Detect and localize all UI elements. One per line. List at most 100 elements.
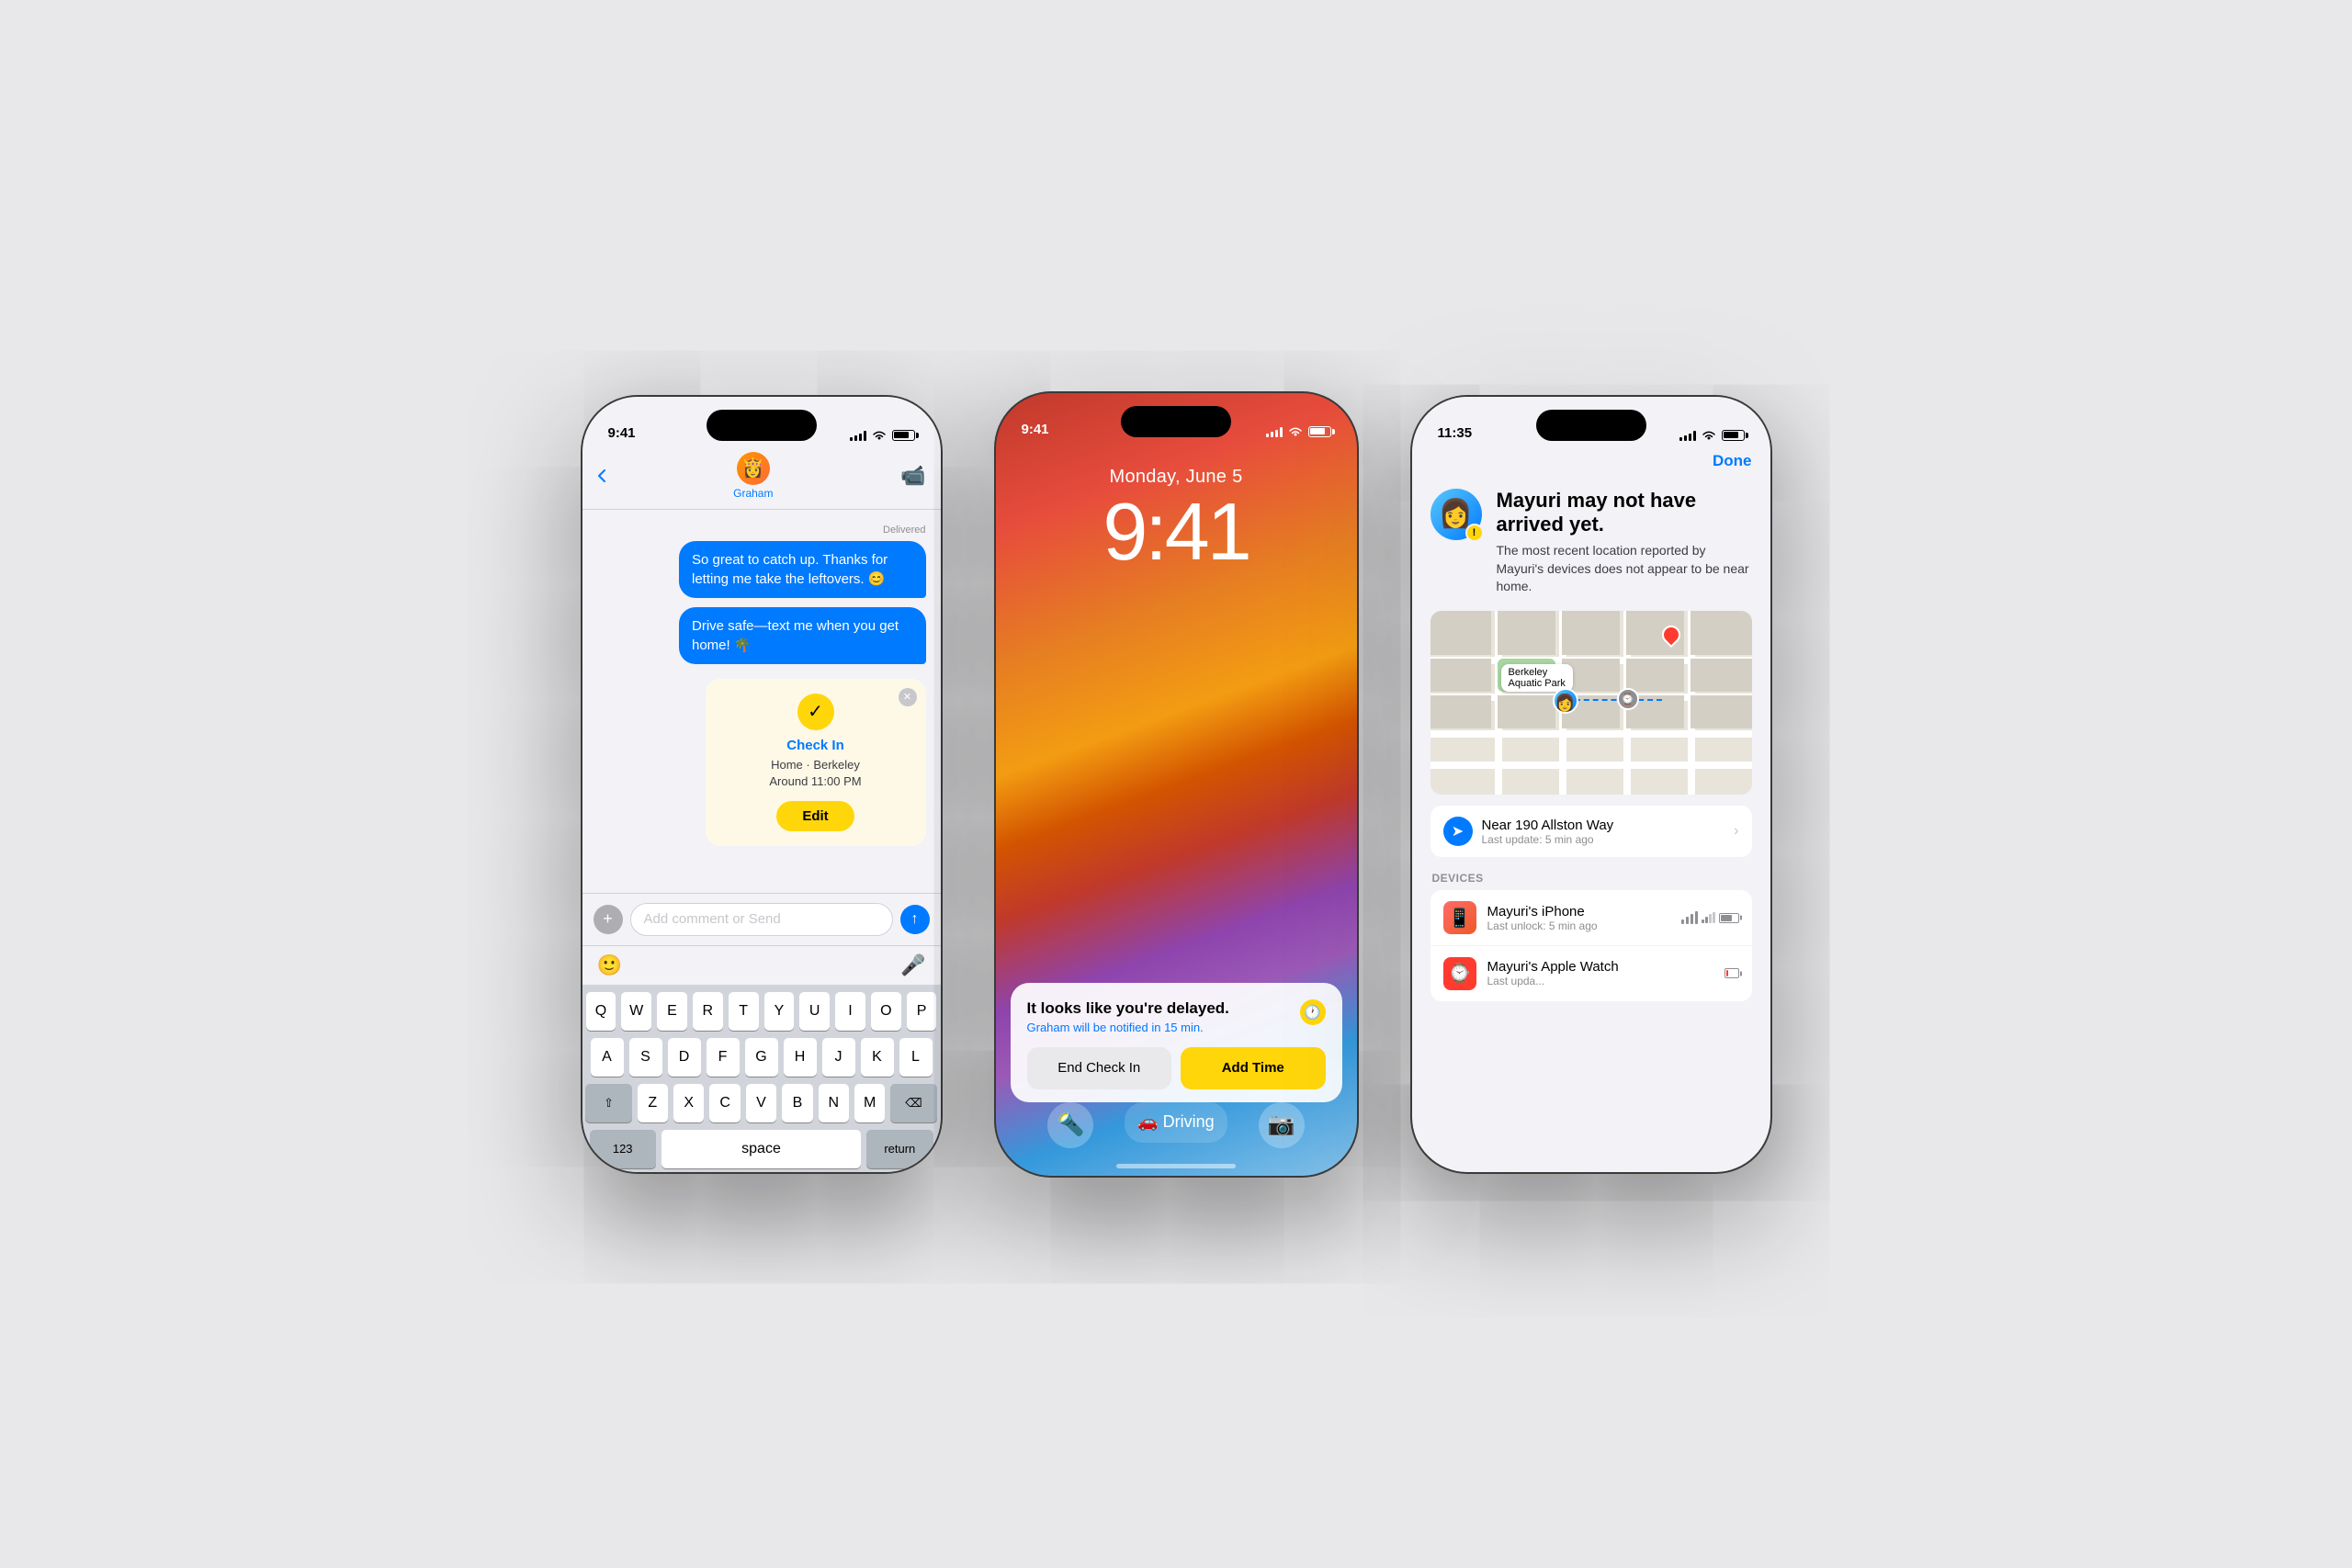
key-n[interactable]: N [819, 1084, 849, 1122]
location-name: Near 190 Allston Way [1482, 818, 1725, 833]
clock-icon: 🕐 [1300, 999, 1326, 1025]
phone-lockscreen: 9:41 Monday, June 5 9:4 [996, 393, 1357, 1176]
key-y[interactable]: Y [764, 992, 795, 1031]
key-d[interactable]: D [668, 1038, 701, 1077]
add-attachment-button[interactable]: + [594, 905, 623, 934]
warning-badge: ! [1465, 524, 1484, 542]
keyboard-row-1: Q W E R T Y U I O P [586, 992, 937, 1031]
check-in-icon: ✓ [797, 694, 834, 730]
key-v[interactable]: V [746, 1084, 776, 1122]
key-shift[interactable]: ⇧ [585, 1084, 631, 1122]
mayuri-avatar: 👩 ! [1430, 489, 1482, 540]
key-a[interactable]: A [591, 1038, 624, 1077]
watch-icon: ⌚ [1443, 957, 1476, 990]
driving-icon[interactable]: 🚗 Driving [1125, 1102, 1227, 1143]
watch-name: Mayuri's Apple Watch [1487, 959, 1713, 975]
key-x[interactable]: X [673, 1084, 704, 1122]
key-k[interactable]: K [861, 1038, 894, 1077]
wifi-icon-messages [872, 430, 887, 441]
user-location-dot: 👩 [1553, 688, 1578, 714]
message-input-field[interactable]: Add comment or Send [630, 903, 893, 936]
end-check-in-button[interactable]: End Check In [1027, 1047, 1172, 1089]
iphone-signal [1702, 912, 1715, 923]
location-row[interactable]: ➤ Near 190 Allston Way Last update: 5 mi… [1430, 806, 1752, 857]
keyboard-row-2: A S D F G H J K L [586, 1038, 937, 1077]
contact-avatar: 👸 [737, 452, 770, 485]
key-r[interactable]: R [693, 992, 723, 1031]
key-space[interactable]: space [662, 1130, 861, 1168]
key-p[interactable]: P [907, 992, 937, 1031]
key-h[interactable]: H [784, 1038, 817, 1077]
key-e[interactable]: E [657, 992, 687, 1031]
key-w[interactable]: W [621, 992, 651, 1031]
key-f[interactable]: F [707, 1038, 740, 1077]
watch-text: Mayuri's Apple Watch Last upda... [1487, 959, 1713, 987]
key-delete[interactable]: ⌫ [890, 1084, 936, 1122]
devices-label: DEVICES [1430, 872, 1752, 885]
key-g[interactable]: G [745, 1038, 778, 1077]
lockscreen-screen: 9:41 Monday, June 5 9:4 [996, 393, 1357, 1176]
key-q[interactable]: Q [586, 992, 616, 1031]
key-j[interactable]: J [822, 1038, 855, 1077]
key-u[interactable]: U [799, 992, 830, 1031]
devices-section: DEVICES 📱 Mayuri's iPhone Last unlock: 5… [1430, 872, 1752, 1001]
key-m[interactable]: M [854, 1084, 885, 1122]
map-block [1430, 695, 1492, 728]
edit-button[interactable]: Edit [776, 801, 854, 831]
map-block [1690, 611, 1752, 655]
back-button[interactable] [597, 468, 606, 483]
signal-icon-checkin [1679, 430, 1696, 441]
signal-icon-lock [1266, 426, 1283, 437]
contact-name[interactable]: Graham [733, 487, 773, 500]
status-time-checkin: 11:35 [1438, 425, 1473, 441]
key-o[interactable]: O [871, 992, 901, 1031]
watch-indicators [1724, 968, 1739, 978]
keyboard-row-4: 123 space return [586, 1130, 937, 1168]
checkin-screen: 11:35 Done [1412, 397, 1770, 1172]
emoji-button[interactable]: 🙂 [597, 953, 622, 977]
messages-content: 9:41 [582, 397, 941, 1172]
status-time-messages: 9:41 [608, 425, 636, 441]
key-t[interactable]: T [729, 992, 759, 1031]
done-button[interactable]: Done [1713, 452, 1752, 470]
messages-body: Delivered So great to catch up. Thanks f… [582, 510, 941, 893]
video-call-button[interactable]: 📹 [900, 464, 925, 488]
keyboard-row-3: ⇧ Z X C V B N M ⌫ [586, 1084, 937, 1122]
home-indicator-lock [1116, 1164, 1236, 1168]
map-street [1430, 761, 1752, 769]
key-b[interactable]: B [782, 1084, 812, 1122]
location-icon: ➤ [1443, 817, 1473, 846]
key-return[interactable]: return [866, 1130, 933, 1168]
checkin-content: 11:35 Done [1412, 397, 1770, 1172]
key-s[interactable]: S [629, 1038, 662, 1077]
lock-sheet-title: It looks like you're delayed. [1027, 999, 1229, 1018]
flashlight-icon[interactable]: 🔦 [1047, 1102, 1093, 1148]
lock-bottom-sheet: It looks like you're delayed. Graham wil… [1011, 983, 1342, 1102]
key-z[interactable]: Z [638, 1084, 668, 1122]
dynamic-island-messages [707, 410, 817, 441]
lock-sheet-buttons: End Check In Add Time [1027, 1047, 1326, 1089]
send-button[interactable]: ↑ [900, 905, 930, 934]
battery-fill-messages [894, 432, 909, 438]
mic-button[interactable]: 🎤 [900, 953, 925, 977]
message-bubble-row-2: Drive safe—text me when you get home! 🌴 [597, 607, 926, 664]
status-icons-messages [850, 430, 915, 441]
camera-icon[interactable]: 📷 [1259, 1102, 1305, 1148]
checkin-header: 👩 ! Mayuri may not have arrived yet. The… [1412, 479, 1770, 612]
message-input-bar: + Add comment or Send ↑ [582, 893, 941, 945]
location-chevron-icon: › [1734, 823, 1738, 840]
lock-time: 9:41 [996, 491, 1357, 572]
map-street [1430, 730, 1752, 738]
battery-fill-lock [1310, 428, 1325, 434]
key-l[interactable]: L [899, 1038, 933, 1077]
key-i[interactable]: I [835, 992, 865, 1031]
map-block [1690, 695, 1752, 728]
checkin-title: Mayuri may not have arrived yet. [1497, 489, 1752, 537]
key-numbers[interactable]: 123 [590, 1130, 656, 1168]
add-time-button[interactable]: Add Time [1181, 1047, 1326, 1089]
key-c[interactable]: C [709, 1084, 740, 1122]
lock-date: Monday, June 5 [996, 467, 1357, 488]
iphone-time: Last unlock: 5 min ago [1487, 919, 1671, 932]
check-in-close-button[interactable]: ✕ [899, 688, 917, 706]
lockscreen-content: 9:41 Monday, June 5 9:4 [996, 393, 1357, 1176]
